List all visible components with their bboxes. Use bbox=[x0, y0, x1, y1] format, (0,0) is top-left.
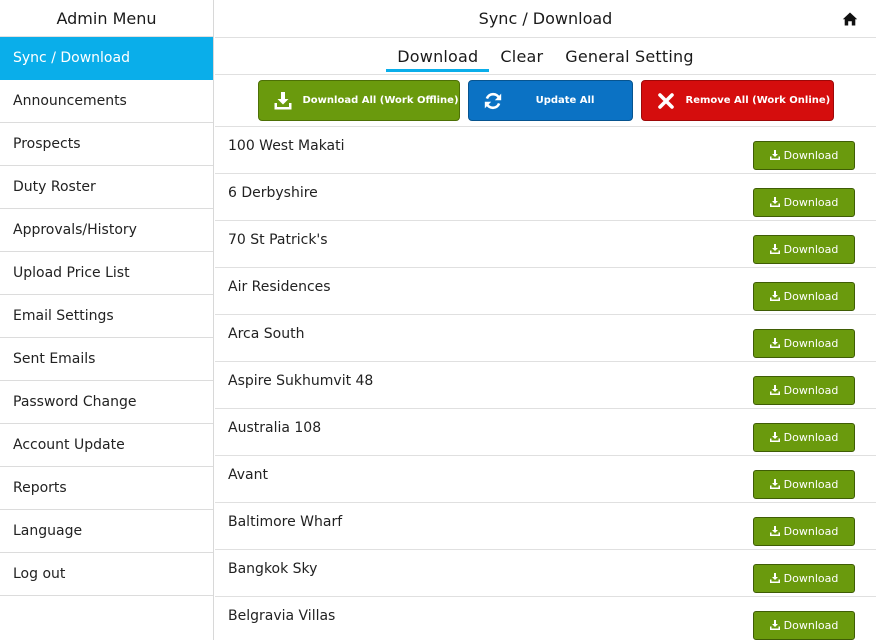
project-name: 6 Derbyshire bbox=[228, 185, 318, 201]
sidebar-item-sent-emails[interactable]: Sent Emails bbox=[0, 338, 213, 381]
download-button-label: Download bbox=[783, 336, 839, 350]
download-button-label: Download bbox=[783, 148, 839, 162]
download-button-label: Download bbox=[783, 618, 839, 632]
sidebar-item-duty-roster[interactable]: Duty Roster bbox=[0, 166, 213, 209]
home-icon[interactable] bbox=[842, 11, 858, 27]
remove-all-button[interactable]: Remove All (Work Online) bbox=[640, 80, 834, 121]
download-button-label: Download bbox=[783, 571, 839, 585]
tab-bar: Download Clear General Setting bbox=[215, 38, 876, 75]
download-icon bbox=[769, 244, 780, 254]
update-all-label: Update All bbox=[535, 95, 595, 106]
download-button[interactable]: Download bbox=[753, 563, 855, 593]
list-item: Baltimore Wharf Download bbox=[215, 503, 876, 550]
main-panel: Sync / Download Download Clear General S… bbox=[215, 0, 876, 640]
list-item: Air Residences Download bbox=[215, 268, 876, 315]
project-name: Avant bbox=[228, 467, 268, 483]
download-button[interactable]: Download bbox=[753, 328, 855, 358]
download-button[interactable]: Download bbox=[753, 469, 855, 499]
project-name: Aspire Sukhumvit 48 bbox=[228, 373, 374, 389]
download-button-label: Download bbox=[783, 195, 839, 209]
sidebar-item-announcements[interactable]: Announcements bbox=[0, 80, 213, 123]
download-icon bbox=[274, 91, 291, 109]
download-button[interactable]: Download bbox=[753, 140, 855, 170]
sidebar-item-approvals-history[interactable]: Approvals/History bbox=[0, 209, 213, 252]
sidebar-item-upload-price-list[interactable]: Upload Price List bbox=[0, 252, 213, 295]
project-name: Belgravia Villas bbox=[228, 608, 336, 624]
sidebar-item-email-settings[interactable]: Email Settings bbox=[0, 295, 213, 338]
project-name: Bangkok Sky bbox=[228, 561, 318, 577]
sidebar-item-password-change[interactable]: Password Change bbox=[0, 381, 213, 424]
download-button-label: Download bbox=[783, 242, 839, 256]
list-item: Belgravia Villas Download bbox=[215, 597, 876, 640]
top-bar: Sync / Download bbox=[215, 0, 876, 38]
page-title: Sync / Download bbox=[478, 9, 613, 28]
remove-all-label: Remove All (Work Online) bbox=[685, 95, 831, 106]
download-icon bbox=[769, 385, 780, 395]
update-all-button[interactable]: Update All bbox=[467, 80, 633, 121]
sidebar-item-sync-download[interactable]: Sync / Download bbox=[0, 37, 213, 80]
download-button[interactable]: Download bbox=[753, 610, 855, 640]
download-button-label: Download bbox=[783, 477, 839, 491]
download-button-label: Download bbox=[783, 430, 839, 444]
download-icon bbox=[769, 620, 780, 630]
download-icon bbox=[769, 479, 780, 489]
sidebar-item-language[interactable]: Language bbox=[0, 510, 213, 553]
refresh-icon bbox=[484, 92, 501, 109]
download-button-label: Download bbox=[783, 524, 839, 538]
download-icon bbox=[769, 338, 780, 348]
sidebar-item-log-out[interactable]: Log out bbox=[0, 553, 213, 596]
list-item: 100 West Makati Download bbox=[215, 127, 876, 174]
project-name: Arca South bbox=[228, 326, 305, 342]
download-all-button[interactable]: Download All (Work Offline) bbox=[257, 80, 460, 121]
download-button[interactable]: Download bbox=[753, 516, 855, 546]
download-icon bbox=[769, 526, 780, 536]
project-name: Air Residences bbox=[228, 279, 331, 295]
download-button[interactable]: Download bbox=[753, 281, 855, 311]
sidebar: Admin Menu Sync / Download Announcements… bbox=[0, 0, 214, 640]
list-item: Avant Download bbox=[215, 456, 876, 503]
project-name: 100 West Makati bbox=[228, 138, 345, 154]
download-icon bbox=[769, 150, 780, 160]
list-item: Bangkok Sky Download bbox=[215, 550, 876, 597]
download-button-label: Download bbox=[783, 383, 839, 397]
list-item: Aspire Sukhumvit 48 Download bbox=[215, 362, 876, 409]
tab-download[interactable]: Download bbox=[386, 38, 490, 74]
download-button[interactable]: Download bbox=[753, 234, 855, 264]
download-button[interactable]: Download bbox=[753, 187, 855, 217]
download-all-label: Download All (Work Offline) bbox=[302, 95, 459, 106]
project-name: 70 St Patrick's bbox=[228, 232, 328, 248]
download-button-label: Download bbox=[783, 289, 839, 303]
sidebar-item-account-update[interactable]: Account Update bbox=[0, 424, 213, 467]
list-item: 70 St Patrick's Download bbox=[215, 221, 876, 268]
list-item: 6 Derbyshire Download bbox=[215, 174, 876, 221]
project-name: Australia 108 bbox=[228, 420, 322, 436]
download-icon bbox=[769, 197, 780, 207]
sidebar-item-prospects[interactable]: Prospects bbox=[0, 123, 213, 166]
tab-clear[interactable]: Clear bbox=[489, 38, 554, 74]
download-button[interactable]: Download bbox=[753, 422, 855, 452]
close-icon bbox=[657, 92, 674, 109]
sidebar-item-reports[interactable]: Reports bbox=[0, 467, 213, 510]
project-name: Baltimore Wharf bbox=[228, 514, 343, 530]
download-icon bbox=[769, 573, 780, 583]
tab-general-setting[interactable]: General Setting bbox=[554, 38, 704, 74]
project-list: 100 West Makati Download 6 Derbyshire Do… bbox=[215, 127, 876, 640]
download-button[interactable]: Download bbox=[753, 375, 855, 405]
sidebar-title: Admin Menu bbox=[0, 0, 213, 37]
action-bar: Download All (Work Offline) Update All R… bbox=[215, 75, 876, 127]
list-item: Australia 108 Download bbox=[215, 409, 876, 456]
download-icon bbox=[769, 291, 780, 301]
download-icon bbox=[769, 432, 780, 442]
list-item: Arca South Download bbox=[215, 315, 876, 362]
